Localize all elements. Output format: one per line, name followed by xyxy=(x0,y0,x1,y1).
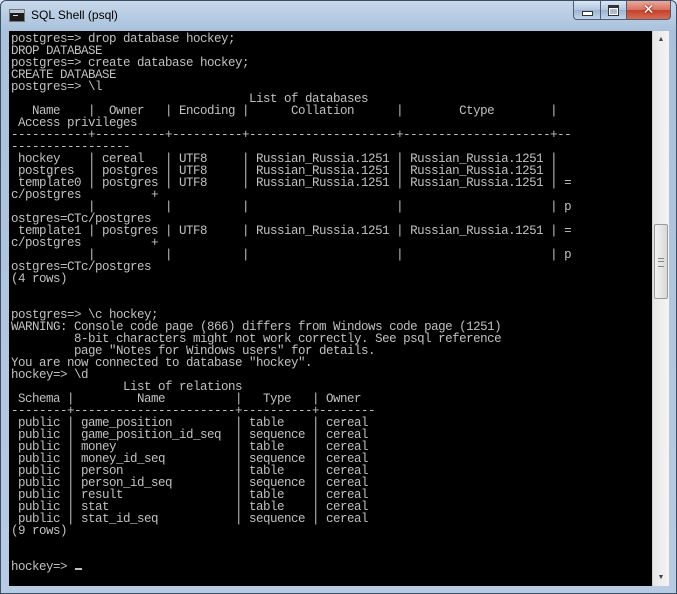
console-icon[interactable] xyxy=(9,9,25,22)
scroll-up-button[interactable]: ▲ xyxy=(653,31,669,48)
minimize-button[interactable] xyxy=(573,1,600,20)
console-line: ostgres=CTc/postgres xyxy=(11,260,152,274)
console-line: (4 rows) xyxy=(11,272,68,286)
psql-window: SQL Shell (psql) ✕ postgres=> drop datab… xyxy=(0,0,677,594)
maximize-icon xyxy=(608,4,619,16)
grip-icon xyxy=(658,258,664,267)
scrollbar-thumb[interactable] xyxy=(654,224,668,299)
console-line: You are now connected to database "hocke… xyxy=(11,356,313,370)
window-title: SQL Shell (psql) xyxy=(31,8,118,22)
console-line: hockey=> xyxy=(11,561,652,573)
console-area[interactable]: postgres=> drop database hockey; DROP DAT… xyxy=(9,31,652,586)
triangle-up-icon: ▲ xyxy=(657,36,665,43)
maximize-button[interactable] xyxy=(600,1,626,20)
text-cursor xyxy=(75,568,83,570)
close-icon: ✕ xyxy=(642,2,655,18)
console-output[interactable]: postgres=> drop database hockey; DROP DAT… xyxy=(9,31,652,574)
console-line: postgres=> drop database hockey; xyxy=(11,32,236,46)
minimize-icon xyxy=(581,11,593,16)
triangle-down-icon: ▼ xyxy=(657,574,665,581)
scroll-down-button[interactable]: ▼ xyxy=(653,569,669,586)
caption-buttons: ✕ xyxy=(573,1,671,21)
close-button[interactable]: ✕ xyxy=(626,1,671,20)
console-line: public | stat_id_seq | sequence | cereal xyxy=(11,512,369,526)
console-line: CREATE DATABASE xyxy=(11,68,117,82)
console-line: (9 rows) xyxy=(11,524,68,538)
title-bar[interactable]: SQL Shell (psql) ✕ xyxy=(1,1,676,31)
vertical-scrollbar[interactable]: ▲ ▼ xyxy=(652,31,669,586)
